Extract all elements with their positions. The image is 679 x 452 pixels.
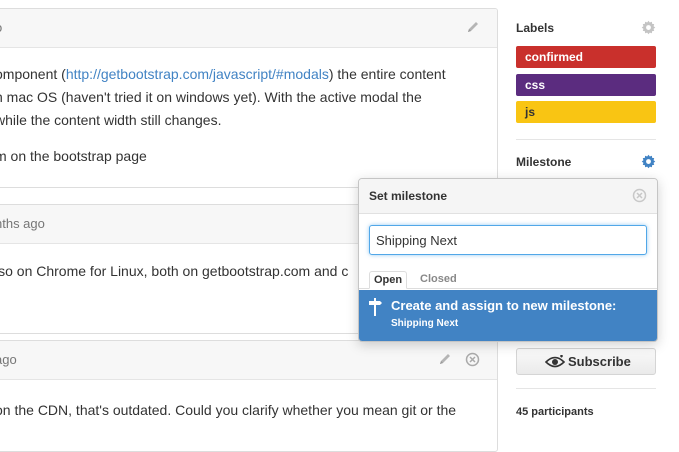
comment-3-line-1: on the CDN, that's outdated. Could you c…: [0, 402, 457, 418]
comment-1-body: omponent (http://getbootstrap.com/javasc…: [0, 63, 446, 168]
comment-2-body: lso on Chrome for Linux, both on getboot…: [0, 260, 348, 283]
pencil-icon[interactable]: [438, 352, 452, 369]
comment-1-line-1: omponent (http://getbootstrap.com/javasc…: [0, 66, 446, 82]
label-js[interactable]: js: [516, 101, 656, 123]
milestone-title: Milestone: [516, 155, 572, 169]
milestone-search-input[interactable]: [369, 225, 647, 255]
create-milestone-name: Shipping Next: [391, 318, 459, 329]
comment-1-line-4: m on the bootstrap page: [0, 148, 147, 164]
participants-count: 45 participants: [516, 406, 594, 418]
set-milestone-popup: Set milestone Open Closed Create and ass…: [358, 178, 658, 342]
comment-1-line-3: while the content width still changes.: [0, 112, 222, 128]
comment-1: o omponent (http://getbootstrap.com/java…: [0, 8, 498, 188]
comment-3-body: on the CDN, that's outdated. Could you c…: [0, 399, 456, 422]
label-css[interactable]: css: [516, 74, 656, 96]
comment-3-meta: ago: [0, 352, 17, 367]
comment-2-meta: nths ago: [0, 216, 45, 231]
tab-closed[interactable]: Closed: [420, 271, 457, 289]
comment-2-line-1: lso on Chrome for Linux, both on getboot…: [0, 263, 349, 279]
comment-1-line-2: n mac OS (haven't tried it on windows ye…: [0, 89, 422, 105]
close-icon[interactable]: [465, 352, 480, 370]
popup-header: Set milestone: [359, 179, 657, 214]
eye-icon: [544, 354, 566, 372]
create-milestone-title: Create and assign to new milestone:: [391, 298, 617, 313]
pencil-icon[interactable]: [466, 20, 480, 37]
comment-3-header: ago: [0, 341, 497, 380]
comment-1-meta: o: [0, 20, 2, 35]
create-milestone-option[interactable]: Create and assign to new milestone: Ship…: [359, 290, 657, 341]
subscribe-button[interactable]: Subscribe: [516, 348, 656, 375]
gear-icon[interactable]: [641, 154, 656, 172]
labels-title: Labels: [516, 21, 555, 35]
comment-1-header: o: [0, 9, 497, 48]
close-icon[interactable]: [632, 188, 647, 206]
tab-open[interactable]: Open: [369, 271, 407, 289]
label-confirmed[interactable]: confirmed: [516, 46, 656, 68]
sidebar-divider: [516, 139, 656, 140]
sidebar-divider: [516, 388, 656, 389]
popup-title: Set milestone: [369, 189, 448, 203]
comment-3: ago on the CDN, that's outdated. Could y…: [0, 340, 498, 452]
milestone-icon: [368, 298, 382, 319]
modals-link[interactable]: http://getbootstrap.com/javascript/#moda…: [66, 66, 329, 82]
gear-icon[interactable]: [641, 20, 656, 38]
subscribe-label: Subscribe: [568, 354, 631, 369]
